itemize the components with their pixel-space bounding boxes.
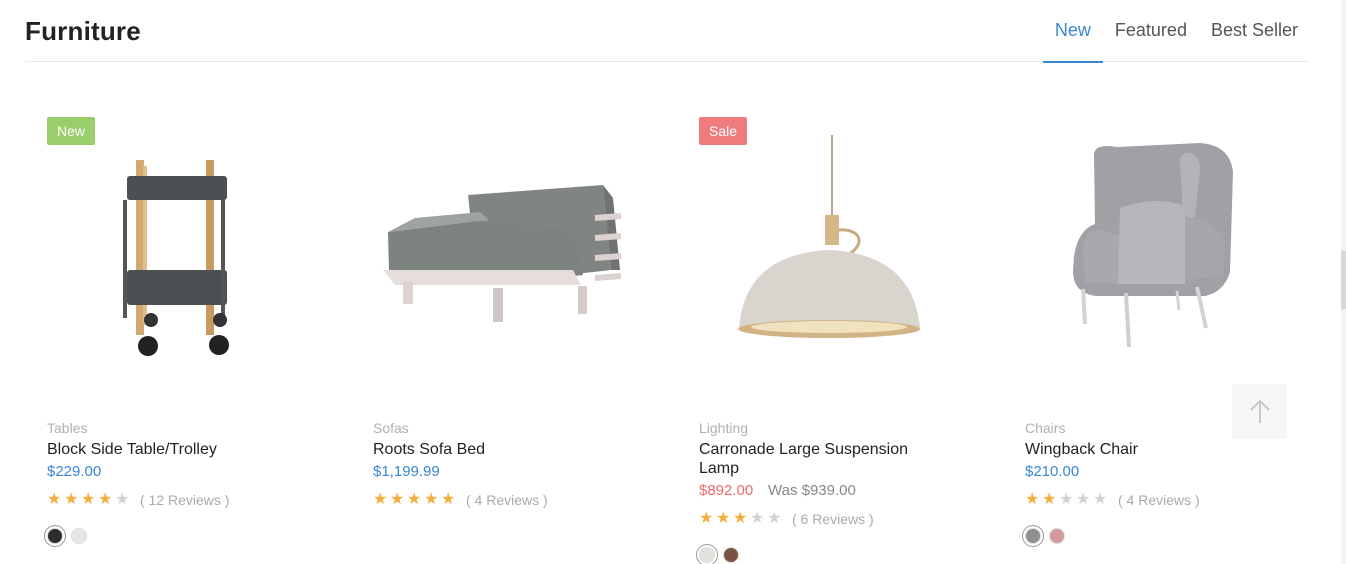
star-icon: ★ bbox=[407, 491, 422, 508]
review-count[interactable]: ( 12 Reviews ) bbox=[140, 492, 229, 508]
product-price: $1,199.99 bbox=[373, 463, 440, 480]
star-icon: ★ bbox=[115, 491, 130, 508]
star-icon: ★ bbox=[1093, 491, 1108, 508]
star-icon: ★ bbox=[1042, 491, 1057, 508]
scrollbar-thumb[interactable] bbox=[1341, 250, 1346, 310]
star-icon: ★ bbox=[441, 491, 456, 508]
rating: ★ ★ ★ ★ ★ ( 12 Reviews ) bbox=[47, 491, 229, 509]
product-name[interactable]: Wingback Chair bbox=[1025, 440, 1275, 459]
star-icon: ★ bbox=[750, 510, 765, 527]
star-icon: ★ bbox=[373, 491, 388, 508]
product-price: $210.00 bbox=[1025, 463, 1080, 480]
star-icon: ★ bbox=[716, 510, 731, 527]
product-card-sofa-bed[interactable]: Sofas Roots Sofa Bed $1,199.99 ★ ★ ★ ★ ★… bbox=[373, 100, 663, 564]
product-category: Chairs bbox=[1025, 420, 1066, 436]
product-name[interactable]: Roots Sofa Bed bbox=[373, 440, 623, 459]
review-count[interactable]: ( 6 Reviews ) bbox=[792, 511, 874, 527]
star-icon: ★ bbox=[424, 491, 439, 508]
star-icon: ★ bbox=[1025, 491, 1040, 508]
color-swatch-dark[interactable] bbox=[47, 528, 63, 544]
color-swatches bbox=[47, 528, 95, 544]
color-swatches bbox=[1025, 528, 1073, 544]
page-scrollbar[interactable] bbox=[1341, 0, 1346, 564]
star-icon: ★ bbox=[1059, 491, 1074, 508]
star-icon: ★ bbox=[47, 491, 62, 508]
star-icon: ★ bbox=[81, 491, 96, 508]
product-card-lamp[interactable]: Sale Lighting Carronade Large Suspension… bbox=[699, 100, 989, 564]
review-count[interactable]: ( 4 Reviews ) bbox=[1118, 492, 1200, 508]
color-swatches bbox=[699, 547, 747, 563]
review-count[interactable]: ( 4 Reviews ) bbox=[466, 492, 548, 508]
product-name[interactable]: Carronade Large Suspension Lamp bbox=[699, 440, 949, 478]
new-badge: New bbox=[47, 117, 96, 145]
original-price: Was $939.00 bbox=[768, 482, 856, 499]
rating: ★ ★ ★ ★ ★ ( 6 Reviews ) bbox=[699, 510, 874, 528]
product-category: Sofas bbox=[373, 420, 409, 436]
color-swatch-brown[interactable] bbox=[723, 547, 739, 563]
tab-best-seller[interactable]: Best Seller bbox=[1199, 0, 1310, 62]
sale-price: $892.00 bbox=[699, 482, 754, 499]
star-icon: ★ bbox=[767, 510, 782, 527]
color-swatch-light[interactable] bbox=[71, 528, 87, 544]
color-swatch-light[interactable] bbox=[699, 547, 715, 563]
star-icon: ★ bbox=[64, 491, 79, 508]
tab-featured[interactable]: Featured bbox=[1103, 0, 1199, 62]
product-price: $229.00 bbox=[47, 463, 102, 480]
star-icon: ★ bbox=[1076, 491, 1091, 508]
product-tabs: New Featured Best Seller bbox=[1042, 0, 1310, 63]
rating: ★ ★ ★ ★ ★ ( 4 Reviews ) bbox=[1025, 491, 1200, 509]
star-icon: ★ bbox=[733, 510, 748, 527]
trolley-image[interactable] bbox=[47, 100, 337, 400]
tab-new[interactable]: New bbox=[1042, 0, 1103, 63]
section-title: Furniture bbox=[25, 16, 141, 46]
arrow-up-icon bbox=[1249, 399, 1270, 423]
color-swatch-pink[interactable] bbox=[1049, 528, 1065, 544]
product-category: Lighting bbox=[699, 420, 749, 436]
wingback-chair-image[interactable] bbox=[1025, 100, 1315, 400]
sale-badge: Sale bbox=[699, 117, 748, 145]
product-category: Tables bbox=[47, 420, 88, 436]
star-icon: ★ bbox=[699, 510, 714, 527]
star-icon: ★ bbox=[98, 491, 113, 508]
product-card-wingback-chair[interactable]: Chairs Wingback Chair $210.00 ★ ★ ★ ★ ★ … bbox=[1025, 100, 1315, 564]
star-icon: ★ bbox=[390, 491, 405, 508]
pendant-lamp-image[interactable] bbox=[699, 100, 989, 400]
sofa-bed-image[interactable] bbox=[373, 100, 663, 400]
color-swatch-gray[interactable] bbox=[1025, 528, 1041, 544]
back-to-top-button[interactable] bbox=[1232, 384, 1287, 439]
rating: ★ ★ ★ ★ ★ ( 4 Reviews ) bbox=[373, 491, 548, 509]
product-name[interactable]: Block Side Table/Trolley bbox=[47, 440, 297, 459]
product-card-trolley[interactable]: New Tables Block Side Table/Trolley $229… bbox=[47, 100, 337, 564]
section-header: Furniture New Featured Best Seller bbox=[25, 0, 1310, 63]
